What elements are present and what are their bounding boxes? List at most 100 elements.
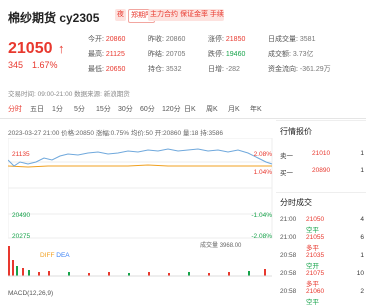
stat-item: 日增: -282 bbox=[208, 64, 240, 74]
trade-type: 空开 bbox=[306, 263, 319, 270]
avg-price-line bbox=[8, 164, 272, 168]
tab-3[interactable]: 5分 bbox=[74, 104, 85, 114]
chart-legend: DIFF DEA bbox=[40, 252, 70, 259]
quote-row: 买一 20890 1 bbox=[280, 167, 364, 177]
trades-panel-title: 分时成交 bbox=[280, 198, 312, 207]
legend-diff: DIFF bbox=[40, 252, 57, 259]
trade-vol: 2 bbox=[360, 288, 364, 295]
page-title: 棉纱期货 cy2305 bbox=[8, 11, 100, 25]
axis-left-low: 20490 bbox=[12, 212, 31, 219]
tab-10[interactable]: 月K bbox=[228, 104, 240, 114]
trade-time: 20:58 bbox=[280, 252, 297, 259]
trade-type: 空平 bbox=[306, 299, 319, 306]
quote-price: 21010 bbox=[312, 150, 331, 157]
stat-value: 20650 bbox=[103, 66, 126, 73]
stat-label: 昨结: bbox=[148, 51, 164, 58]
stat-label: 资金流向: bbox=[268, 66, 298, 73]
stat-value: -361.29万 bbox=[297, 66, 331, 73]
axis-left-high: 21135 bbox=[12, 151, 30, 158]
macd-label: MACD(12,26,9) bbox=[8, 290, 54, 297]
quote-name: 买一 bbox=[280, 170, 293, 177]
stat-label: 持仓: bbox=[148, 66, 164, 73]
axis-right-low: -1.04% bbox=[251, 212, 272, 219]
stat-label: 成交额: bbox=[268, 51, 291, 58]
trade-time: 20:58 bbox=[280, 288, 297, 295]
stat-value: 19460 bbox=[223, 51, 246, 58]
volume-label: 成交量 3968.00 bbox=[200, 243, 242, 249]
contract-info-badge[interactable]: 主力合约 保证金率 手续费 bbox=[148, 9, 224, 21]
tab-2[interactable]: 1分 bbox=[52, 104, 63, 114]
price-line bbox=[8, 148, 273, 167]
tab-6[interactable]: 60分 bbox=[140, 104, 155, 114]
stat-label: 今开: bbox=[88, 36, 104, 43]
stat-value: 20705 bbox=[163, 51, 186, 58]
stat-value: 20860 bbox=[103, 36, 126, 43]
trade-row: 20:58 21060 2 空平 bbox=[280, 288, 364, 306]
trade-type: 多平 bbox=[306, 245, 319, 252]
tab-8[interactable]: 日K bbox=[184, 104, 196, 114]
legend-dea: DEA bbox=[56, 252, 70, 259]
tab-5[interactable]: 30分 bbox=[118, 104, 133, 114]
trade-row: 21:00 21050 4 空平 bbox=[280, 216, 364, 234]
trade-row: 21:00 21055 6 多平 bbox=[280, 234, 364, 252]
stat-label: 日成交量: bbox=[268, 36, 298, 43]
stat-item: 成交额: 3.73亿 bbox=[268, 49, 314, 59]
trade-row: 20:58 21075 10 多平 bbox=[280, 270, 364, 288]
tab-9[interactable]: 周K bbox=[206, 104, 218, 114]
stat-item: 昨结: 20705 bbox=[148, 49, 185, 59]
axis-right-min: -2.08% bbox=[251, 233, 272, 240]
stat-value: 3581 bbox=[297, 36, 316, 43]
trade-vol: 6 bbox=[360, 234, 364, 241]
quote-vol: 1 bbox=[360, 167, 364, 174]
trade-price: 21060 bbox=[306, 288, 325, 295]
stat-value: 21850 bbox=[223, 36, 246, 43]
stat-label: 昨收: bbox=[148, 36, 164, 43]
trade-type: 多平 bbox=[306, 281, 319, 288]
night-badge: 夜 bbox=[115, 9, 126, 21]
quote-panel-title: 行情报价 bbox=[280, 127, 312, 136]
axis-left-min: 20275 bbox=[12, 233, 31, 240]
stat-value: -282 bbox=[223, 66, 240, 73]
quote-name: 卖一 bbox=[280, 153, 293, 160]
trade-time: 21:00 bbox=[280, 216, 297, 223]
current-price: 21050 bbox=[8, 40, 53, 57]
stat-value: 20860 bbox=[163, 36, 186, 43]
trade-price: 21055 bbox=[306, 234, 325, 241]
stat-item: 今开: 20860 bbox=[88, 34, 125, 44]
stat-label: 日增: bbox=[208, 66, 224, 73]
stat-value: 21125 bbox=[103, 51, 125, 58]
tab-1[interactable]: 五日 bbox=[30, 104, 44, 114]
tab-4[interactable]: 15分 bbox=[96, 104, 111, 114]
right-panel: 行情报价 卖一 21010 1 买一 20890 1 分时成交 21:00 21050 4 空平… bbox=[276, 120, 366, 306]
trade-vol: 10 bbox=[356, 270, 364, 277]
stat-label: 涨停: bbox=[208, 36, 224, 43]
stat-item: 日成交量: 3581 bbox=[268, 34, 315, 44]
quote-price: 20890 bbox=[312, 167, 331, 174]
tab-0[interactable]: 分时 bbox=[8, 104, 22, 114]
stat-value: 3.73亿 bbox=[290, 51, 314, 58]
up-arrow-icon: ↑ bbox=[58, 41, 65, 56]
volume-bars bbox=[8, 246, 266, 276]
intraday-chart[interactable] bbox=[8, 138, 276, 298]
trade-row: 20:58 21035 1 空开 bbox=[280, 252, 364, 270]
stat-item: 持仓: 3532 bbox=[148, 64, 181, 74]
trade-type: 空平 bbox=[306, 227, 319, 234]
trade-price: 21050 bbox=[306, 216, 325, 223]
price-change-percent: 1.67% bbox=[32, 60, 58, 70]
stat-item: 涨停: 21850 bbox=[208, 34, 245, 44]
stat-label: 最低: bbox=[88, 66, 104, 73]
trade-vol: 4 bbox=[360, 216, 364, 223]
stat-item: 最高: 21125 bbox=[88, 49, 125, 59]
tab-7[interactable]: 120分 bbox=[162, 104, 181, 114]
trade-time: 20:58 bbox=[280, 270, 297, 277]
tab-11[interactable]: 年K bbox=[250, 104, 262, 114]
quote-vol: 1 bbox=[360, 150, 364, 157]
trading-note: 交易时间: 09:00-21:00 数据来源: 新浪期货 bbox=[8, 91, 130, 98]
axis-right-mid: 1.04% bbox=[253, 169, 272, 176]
stat-item: 资金流向: -361.29万 bbox=[268, 64, 331, 74]
stat-item: 最低: 20650 bbox=[88, 64, 125, 74]
chart-info: 2023-03-27 21:00 价格:20850 涨幅:0.75% 均价:50… bbox=[8, 130, 223, 137]
trade-vol: 1 bbox=[360, 252, 364, 259]
axis-right-high: 2.08% bbox=[253, 151, 272, 158]
quote-row: 卖一 21010 1 bbox=[280, 150, 364, 160]
